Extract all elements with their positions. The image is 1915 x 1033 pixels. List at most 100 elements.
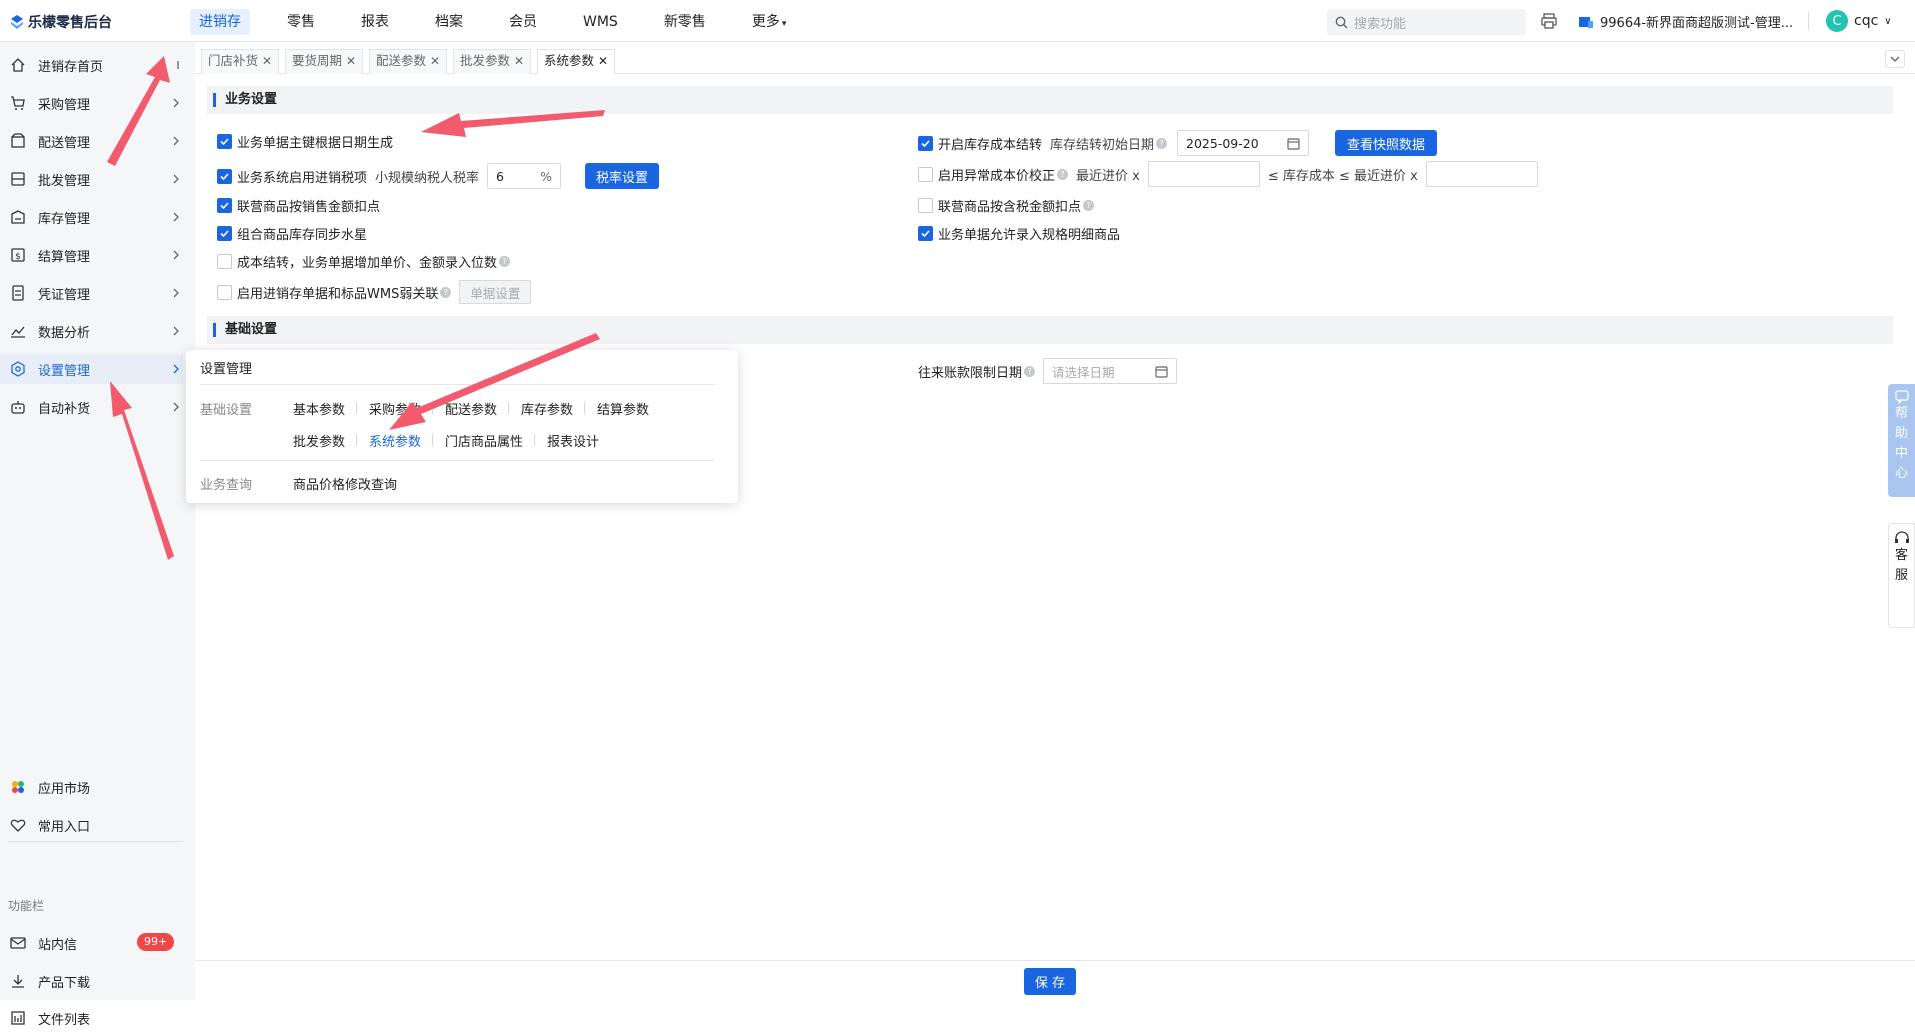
option-combo-stock-sync[interactable]: 组合商品库存同步水星 <box>217 224 367 243</box>
close-icon[interactable]: ✕ <box>514 54 524 68</box>
tab-order-cycle[interactable]: 要货周期 ✕ <box>285 49 364 74</box>
option-joint-tax-deduction[interactable]: 联营商品按含税金额扣点 ? <box>918 196 1095 215</box>
store-selector[interactable]: 99664-新界面商超版测试-管理... <box>1578 12 1793 31</box>
view-snapshot-button[interactable]: 查看快照数据 <box>1335 130 1438 156</box>
link-settlement-params[interactable]: 结算参数 <box>597 399 649 418</box>
robot-icon <box>11 401 25 414</box>
sidebar-item-settlement[interactable]: $ 结算管理 <box>0 240 183 270</box>
category-basic: 基础设置 <box>200 403 253 418</box>
printer-icon[interactable] <box>1540 12 1558 30</box>
checkbox-unchecked-icon[interactable] <box>217 254 232 269</box>
chevron-right-icon <box>173 98 179 108</box>
sidebar-item-purchase[interactable]: 采购管理 <box>0 88 183 118</box>
sidebar-item-downloads[interactable]: 产品下载 <box>0 966 183 996</box>
account-limit-row: 往来账款限制日期 ? 请选择日期 <box>918 358 1178 384</box>
checkbox-checked-icon[interactable] <box>918 135 933 151</box>
sidebar: 进销存首页 采购管理 配送管理 批发管理 库存管理 $ 结算管理 凭证管理 数据… <box>0 42 195 1028</box>
help-char: 心 <box>1894 466 1908 481</box>
link-system-params[interactable]: 系统参数 <box>369 431 421 450</box>
chevron-right-icon <box>173 212 179 222</box>
checkbox-checked-icon[interactable] <box>217 198 232 213</box>
sidebar-item-settings[interactable]: 设置管理 <box>0 354 183 384</box>
sidebar-item-distribution[interactable]: 配送管理 <box>0 126 183 156</box>
option-cost-carryover[interactable]: 开启库存成本结转 库存结转初始日期 ? 2025-09-20 查看快照数据 <box>918 130 1438 156</box>
sidebar-item-home[interactable]: 进销存首页 <box>0 50 183 80</box>
user-menu[interactable]: C cqc ∨ <box>1826 10 1892 32</box>
sidebar-item-stock[interactable]: 库存管理 <box>0 202 183 232</box>
nav-more[interactable]: 更多 ▾ <box>743 9 796 35</box>
tax-settings-button[interactable]: 税率设置 <box>585 163 660 189</box>
nav-retail[interactable]: 零售 <box>278 9 324 35</box>
info-icon: ? <box>1156 137 1168 149</box>
dollar-icon: $ <box>11 248 25 262</box>
nav-archives[interactable]: 档案 <box>426 9 472 35</box>
tab-distribution-params[interactable]: 配送参数 ✕ <box>369 49 448 74</box>
pin-icon[interactable] <box>169 58 183 72</box>
close-icon[interactable]: ✕ <box>346 54 356 68</box>
customer-service-tab[interactable]: 客 服 <box>1888 523 1915 628</box>
checkbox-unchecked-icon[interactable] <box>217 284 232 300</box>
search-input[interactable]: 搜索功能 <box>1327 9 1526 35</box>
checkbox-unchecked-icon[interactable] <box>918 198 933 213</box>
tab-store-replenish[interactable]: 门店补货 ✕ <box>201 49 280 74</box>
account-limit-date-picker[interactable]: 请选择日期 <box>1043 358 1178 384</box>
sidebar-item-analytics[interactable]: 数据分析 <box>0 316 183 346</box>
checkbox-checked-icon[interactable] <box>918 226 933 241</box>
link-distribution-params[interactable]: 配送参数 <box>445 399 497 418</box>
carryover-date-picker[interactable]: 2025-09-20 <box>1177 130 1310 156</box>
tab-wholesale-params[interactable]: 批发参数 ✕ <box>453 49 532 74</box>
link-price-change-query[interactable]: 商品价格修改查询 <box>293 474 397 493</box>
close-icon[interactable]: ✕ <box>430 54 440 68</box>
sidebar-item-voucher[interactable]: 凭证管理 <box>0 278 183 308</box>
avatar: C <box>1826 10 1848 32</box>
chevron-right-icon <box>173 174 179 184</box>
link-store-product-attrs[interactable]: 门店商品属性 <box>445 431 523 450</box>
option-abnormal-cost[interactable]: 启用异常成本价校正 ? 最近进价 x ≤ 库存成本 ≤ 最近进价 x <box>918 161 1538 187</box>
link-separator <box>584 402 585 414</box>
service-char: 客 <box>1894 548 1908 563</box>
chevron-right-icon <box>173 402 179 412</box>
link-basic-params[interactable]: 基本参数 <box>293 399 345 418</box>
tab-system-params[interactable]: 系统参数 ✕ <box>537 49 616 74</box>
app-logo[interactable]: 乐檬零售后台 <box>10 12 112 32</box>
chevron-right-icon <box>173 326 179 336</box>
nav-reports[interactable]: 报表 <box>352 9 398 35</box>
close-icon[interactable]: ✕ <box>598 54 608 68</box>
min-ratio-input[interactable] <box>1147 161 1260 187</box>
percent-unit: % <box>540 168 553 184</box>
help-center-tab[interactable]: 帮 助 中 心 <box>1888 384 1915 497</box>
sidebar-item-wholesale[interactable]: 批发管理 <box>0 164 183 194</box>
checkbox-checked-icon[interactable] <box>217 226 232 241</box>
nav-inventory[interactable]: 进销存 <box>190 9 250 35</box>
sidebar-item-favorites[interactable]: 常用入口 <box>0 810 183 840</box>
save-button[interactable]: 保 存 <box>1024 968 1076 995</box>
checkbox-unchecked-icon[interactable] <box>918 166 933 182</box>
link-report-design[interactable]: 报表设计 <box>547 431 599 450</box>
option-cost-digits[interactable]: 成本结转，业务单据增加单价、金额录入位数 ? <box>217 252 511 271</box>
link-wholesale-params[interactable]: 批发参数 <box>293 431 345 450</box>
document-settings-button[interactable]: 单据设置 <box>459 280 532 304</box>
info-icon: ? <box>499 256 511 267</box>
option-wms-link[interactable]: 启用进销存单据和标品WMS弱关联 ? 单据设置 <box>217 280 532 304</box>
nav-wms[interactable]: WMS <box>574 9 627 35</box>
option-date-primary-key[interactable]: 业务单据主键根据日期生成 <box>217 132 393 151</box>
close-icon[interactable]: ✕ <box>262 54 272 68</box>
option-spec-detail[interactable]: 业务单据允许录入规格明细商品 <box>918 224 1120 243</box>
document-icon <box>12 285 24 301</box>
checkbox-checked-icon[interactable] <box>217 168 232 184</box>
sidebar-item-auto-replenish[interactable]: 自动补货 <box>0 392 183 422</box>
link-purchase-params[interactable]: 采购参数 <box>369 399 421 418</box>
link-stock-params[interactable]: 库存参数 <box>521 399 573 418</box>
sidebar-item-messages[interactable]: 站内信 99+ <box>0 928 183 958</box>
nav-members[interactable]: 会员 <box>500 9 546 35</box>
option-enable-tax[interactable]: 业务系统启用进销税项 小规模纳税人税率 6% 税率设置 <box>217 163 660 189</box>
chevron-right-icon <box>173 136 179 146</box>
max-ratio-input[interactable] <box>1425 161 1538 187</box>
checkbox-checked-icon[interactable] <box>217 134 232 149</box>
sidebar-item-files[interactable]: 文件列表 <box>0 1003 183 1033</box>
tax-rate-input[interactable]: 6% <box>487 163 562 189</box>
tab-menu-button[interactable] <box>1885 50 1905 68</box>
nav-new-retail[interactable]: 新零售 <box>655 9 715 35</box>
option-joint-sales-deduction[interactable]: 联营商品按销售金额扣点 <box>217 196 380 215</box>
sidebar-item-app-market[interactable]: 应用市场 <box>0 772 183 802</box>
